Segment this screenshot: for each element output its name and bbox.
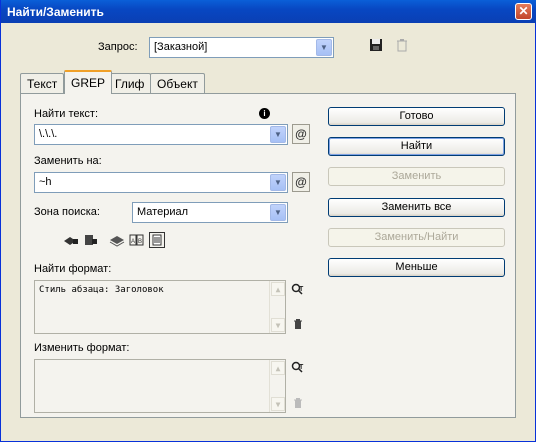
specify-find-format-icon[interactable]: T bbox=[291, 283, 305, 297]
scroll-down-icon[interactable]: ▼ bbox=[271, 397, 285, 411]
clear-change-format-icon[interactable] bbox=[291, 397, 305, 411]
scroll-down-icon[interactable]: ▼ bbox=[271, 318, 285, 332]
query-select[interactable]: [Заказной] ▼ bbox=[149, 37, 334, 58]
tab-object[interactable]: Объект bbox=[150, 73, 205, 94]
save-query-icon[interactable] bbox=[368, 38, 384, 54]
special-chars-replace-icon[interactable]: @ bbox=[292, 172, 310, 192]
find-format-scrollbar[interactable]: ▲ ▼ bbox=[269, 281, 285, 333]
tab-grep[interactable]: GREP bbox=[64, 70, 113, 94]
chevron-down-icon[interactable]: ▼ bbox=[270, 174, 286, 191]
scope-value: Материал bbox=[137, 206, 188, 218]
replace-all-button[interactable]: Заменить все bbox=[328, 198, 505, 217]
replace-input[interactable]: ~h ▼ bbox=[34, 172, 288, 193]
scope-label: Зона поиска: bbox=[34, 206, 100, 218]
find-replace-dialog: Найти/Заменить ✕ Запрос: [Заказной] ▼ Те… bbox=[0, 0, 536, 442]
replace-value: ~h bbox=[39, 176, 52, 188]
find-button[interactable]: Найти bbox=[328, 137, 505, 156]
replace-find-button[interactable]: Заменить/Найти bbox=[328, 228, 505, 247]
chevron-down-icon[interactable]: ▼ bbox=[270, 204, 286, 221]
include-locked-stories-icon[interactable] bbox=[83, 233, 99, 249]
find-label: Найти текст: bbox=[34, 108, 99, 120]
include-hidden-layers-icon[interactable] bbox=[109, 233, 125, 249]
change-format-scrollbar[interactable]: ▲ ▼ bbox=[269, 360, 285, 412]
change-format-label: Изменить формат: bbox=[34, 342, 130, 354]
find-format-value: Стиль абзаца: Заголовок bbox=[39, 285, 164, 295]
window-title: Найти/Заменить bbox=[7, 5, 104, 19]
replace-button[interactable]: Заменить bbox=[328, 167, 505, 186]
clear-find-format-icon[interactable] bbox=[291, 318, 305, 332]
title-bar: Найти/Заменить ✕ bbox=[1, 0, 536, 23]
svg-text:T: T bbox=[299, 364, 304, 371]
include-footnotes-icon[interactable] bbox=[149, 232, 165, 248]
done-button[interactable]: Готово bbox=[328, 107, 505, 126]
find-format-label: Найти формат: bbox=[34, 263, 112, 275]
info-icon[interactable]: i bbox=[259, 108, 270, 119]
find-format-box[interactable]: Стиль абзаца: Заголовок ▲ ▼ bbox=[34, 280, 286, 334]
less-button[interactable]: Меньше bbox=[328, 258, 505, 277]
query-label: Запрос: bbox=[98, 41, 138, 53]
svg-text:A: A bbox=[131, 239, 135, 245]
include-master-pages-icon[interactable]: AB bbox=[129, 233, 145, 249]
tab-glyph[interactable]: Глиф bbox=[108, 73, 152, 94]
chevron-down-icon[interactable]: ▼ bbox=[270, 126, 286, 143]
find-input[interactable]: \.\.\. ▼ bbox=[34, 124, 288, 145]
svg-text:B: B bbox=[138, 239, 142, 245]
close-icon[interactable]: ✕ bbox=[515, 3, 532, 20]
find-value: \.\.\. bbox=[39, 128, 58, 140]
chevron-down-icon[interactable]: ▼ bbox=[316, 39, 332, 56]
svg-text:T: T bbox=[299, 286, 304, 293]
tab-text[interactable]: Текст bbox=[20, 73, 65, 94]
specify-change-format-icon[interactable]: T bbox=[291, 361, 305, 375]
change-format-box[interactable]: ▲ ▼ bbox=[34, 359, 286, 413]
scope-select[interactable]: Материал ▼ bbox=[132, 202, 288, 223]
delete-query-icon[interactable] bbox=[394, 38, 410, 54]
scroll-up-icon[interactable]: ▲ bbox=[271, 361, 285, 375]
include-locked-layers-icon[interactable] bbox=[63, 233, 79, 249]
scroll-up-icon[interactable]: ▲ bbox=[271, 282, 285, 296]
special-chars-find-icon[interactable]: @ bbox=[292, 124, 310, 144]
query-value: [Заказной] bbox=[154, 41, 208, 53]
replace-label: Заменить на: bbox=[34, 155, 102, 167]
